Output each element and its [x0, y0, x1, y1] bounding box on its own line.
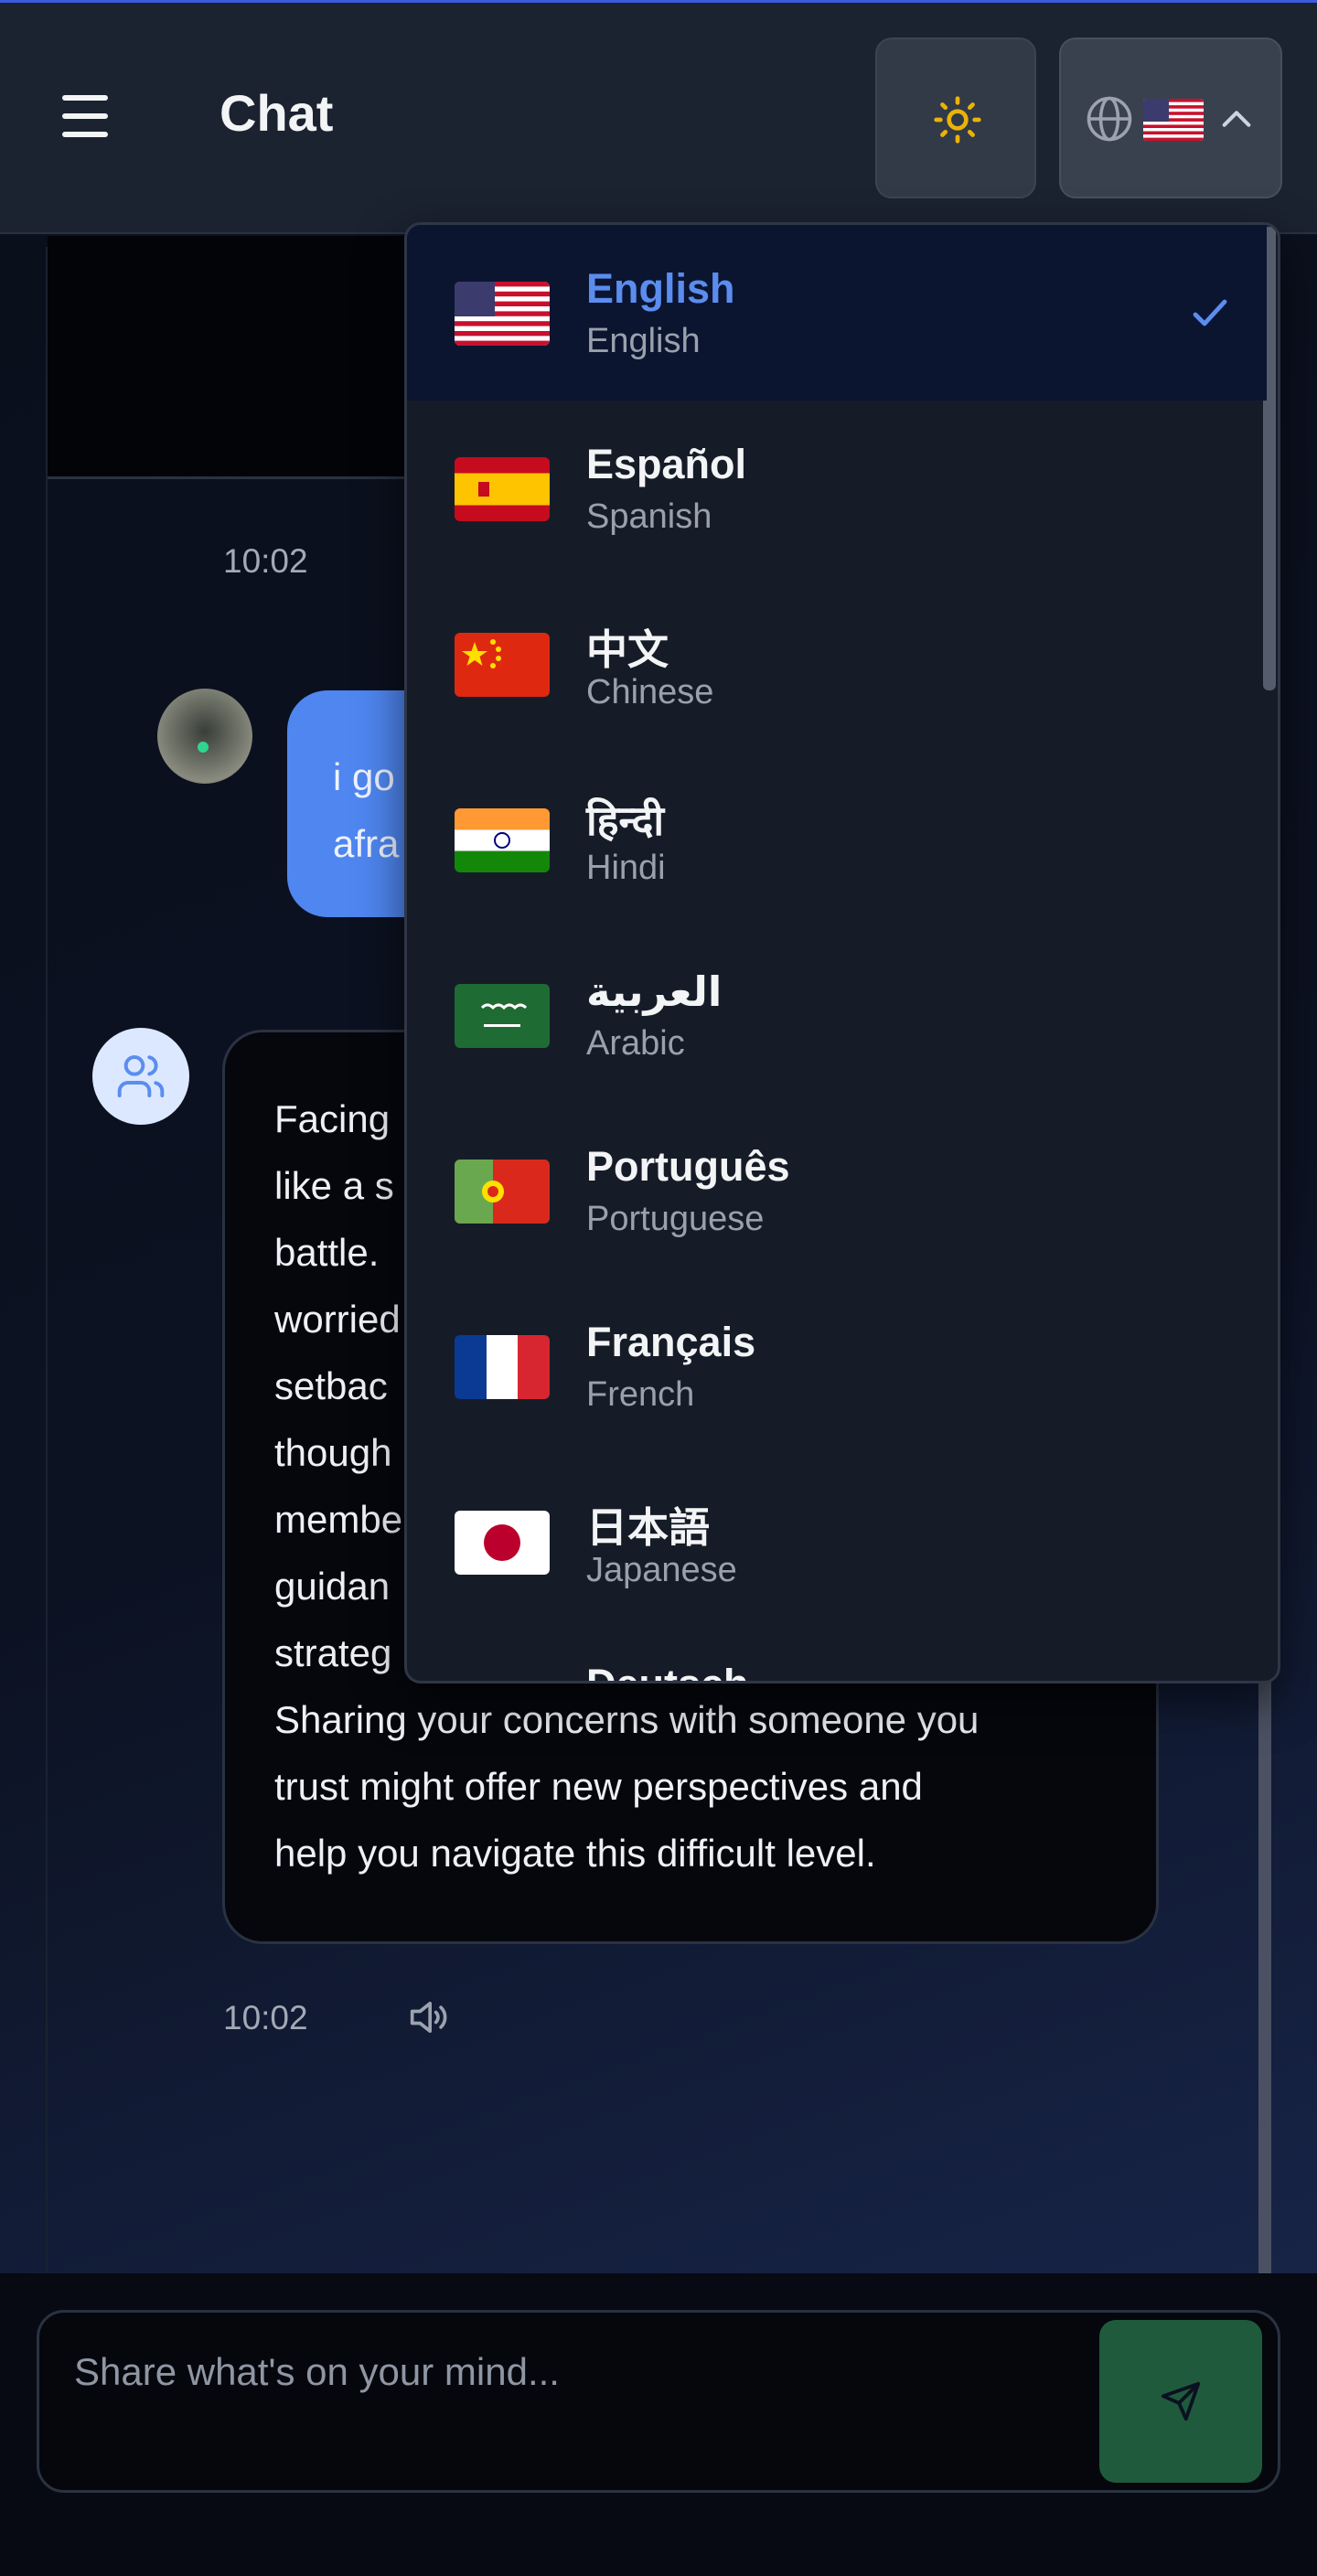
language-english-name: English	[586, 322, 701, 360]
language-english-name: Hindi	[586, 849, 666, 887]
language-english-name: Portuguese	[586, 1200, 765, 1238]
message-input[interactable]	[74, 2340, 1098, 2404]
language-option-english[interactable]: English English	[407, 225, 1267, 401]
message-line: help you navigate this difficult level.	[274, 1832, 876, 1875]
speaker-icon	[410, 2001, 447, 2034]
language-english-name: French	[586, 1375, 695, 1414]
speaker-button[interactable]	[404, 1993, 452, 2046]
send-icon	[1161, 2381, 1201, 2421]
es-flag-icon	[455, 457, 550, 521]
language-native-name: Español	[586, 441, 747, 487]
language-english-name: Chinese	[586, 673, 714, 711]
language-option-french[interactable]: Français French	[407, 1278, 1267, 1454]
message-input-bar	[0, 2273, 1317, 2576]
language-english-name: Arabic	[586, 1024, 685, 1063]
sun-icon	[934, 96, 981, 144]
language-option-spanish[interactable]: Español Spanish	[407, 401, 1267, 576]
language-option-arabic[interactable]: العربية Arabic	[407, 927, 1267, 1103]
hamburger-icon	[62, 95, 108, 101]
language-native-name: 中文	[586, 626, 669, 673]
language-native-name: العربية	[586, 968, 723, 1015]
language-option-chinese[interactable]: 中文 Chinese	[407, 576, 1267, 752]
language-option-partial[interactable]: Deutsch	[586, 1661, 749, 1681]
theme-toggle-button[interactable]	[875, 37, 1036, 198]
message-line: Sharing your concerns with someone you	[274, 1698, 980, 1741]
message-input-container	[37, 2310, 1280, 2493]
assistant-avatar	[92, 1028, 189, 1125]
jp-flag-icon	[455, 1511, 550, 1575]
language-dropdown[interactable]: English English Español Spanish 中文 Chine…	[404, 222, 1280, 1683]
language-option-hindi[interactable]: हिन्दी Hindi	[407, 752, 1267, 927]
language-native-name: Français	[586, 1319, 756, 1365]
fr-flag-icon	[455, 1335, 550, 1399]
language-english-name: Japanese	[586, 1551, 737, 1589]
message-timestamp: 10:02	[223, 1999, 308, 2036]
pt-flag-icon	[455, 1160, 550, 1224]
app-header: Chat	[0, 3, 1317, 234]
message-timestamp: 10:02	[223, 542, 308, 580]
us-flag-icon	[455, 282, 550, 346]
language-selector-button[interactable]	[1059, 37, 1282, 198]
user-avatar	[157, 689, 252, 784]
language-native-name: Português	[586, 1143, 790, 1190]
language-option-portuguese[interactable]: Português Portuguese	[407, 1103, 1267, 1278]
menu-button[interactable]	[62, 95, 112, 137]
sa-flag-icon	[455, 984, 550, 1048]
check-icon	[1193, 299, 1227, 326]
us-flag-icon	[1143, 99, 1204, 141]
page-title: Chat	[220, 84, 334, 142]
language-native-name: English	[586, 265, 735, 312]
users-icon	[117, 1055, 165, 1097]
language-english-name: Spanish	[586, 497, 712, 536]
hamburger-line	[62, 132, 108, 137]
hamburger-line	[62, 113, 108, 119]
cn-flag-icon	[455, 633, 550, 697]
send-button[interactable]	[1099, 2320, 1262, 2483]
language-native-name: 日本語	[586, 1504, 711, 1551]
globe-icon	[1087, 96, 1132, 142]
chevron-up-icon	[1222, 111, 1251, 127]
language-native-name: हिन्दी	[586, 797, 665, 844]
language-option-japanese[interactable]: 日本語 Japanese	[407, 1454, 1267, 1630]
message-line: trust might offer new perspectives and	[274, 1765, 923, 1808]
in-flag-icon	[455, 808, 550, 872]
